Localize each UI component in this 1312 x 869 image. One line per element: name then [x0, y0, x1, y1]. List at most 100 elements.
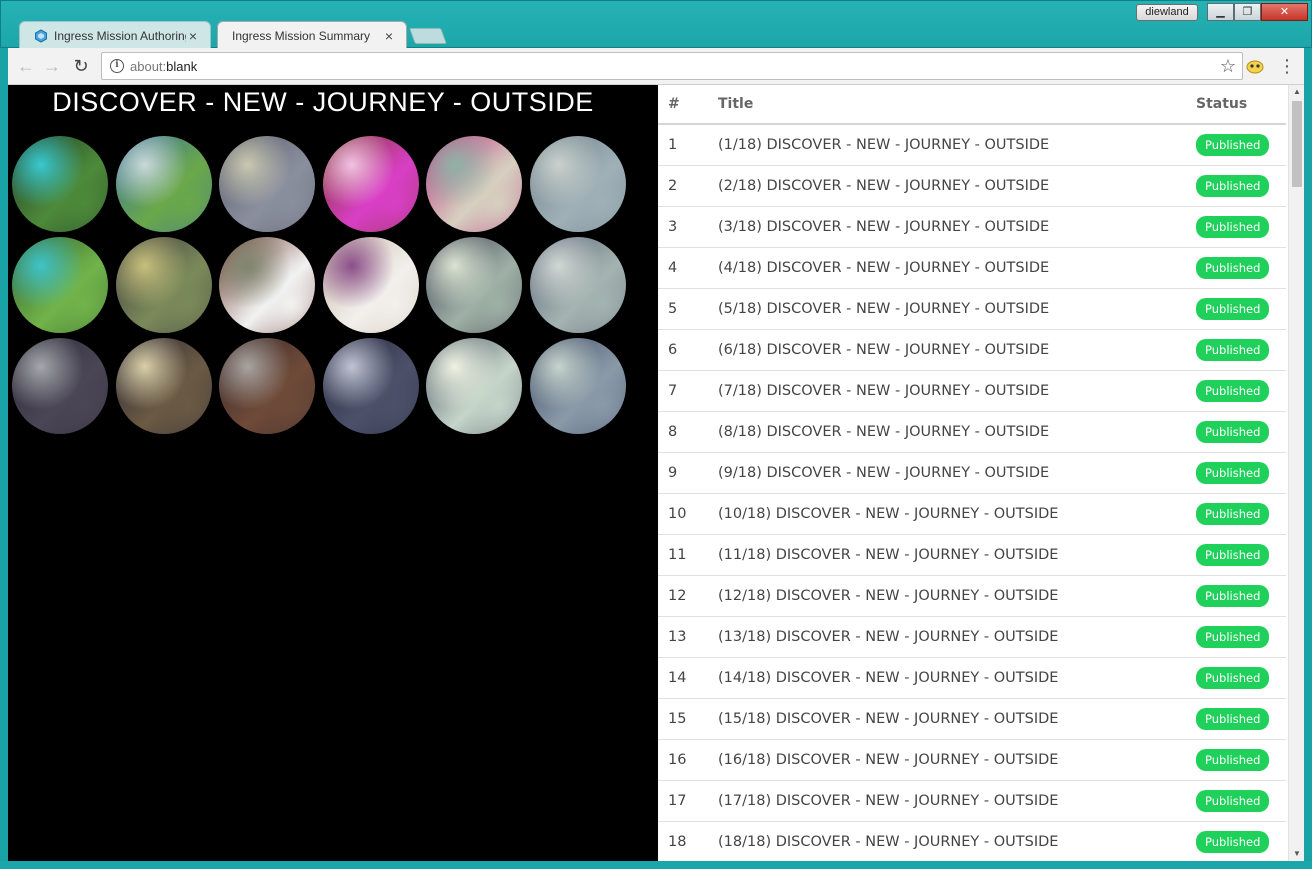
- status-badge: Published: [1196, 420, 1270, 443]
- window-titlebar: diewland ▁ ❐ ✕ Ingress Mission Authoring…: [0, 0, 1312, 49]
- row-title: (17/18) DISCOVER - NEW - JOURNEY - OUTSI…: [718, 780, 1196, 822]
- row-number: 12: [658, 575, 718, 617]
- portal-image[interactable]: [219, 338, 316, 434]
- browser-toolbar: ← → ↻ i about:blank ☆ ⋮: [8, 48, 1304, 85]
- portal-image[interactable]: [12, 338, 108, 434]
- table-row[interactable]: 17 (17/18) DISCOVER - NEW - JOURNEY - OUT…: [658, 780, 1286, 822]
- vertical-scrollbar[interactable]: ▲ ▼: [1288, 85, 1304, 861]
- tab-mission-authoring[interactable]: Ingress Mission Authoring ×: [19, 21, 211, 49]
- reload-button[interactable]: ↻: [71, 56, 91, 76]
- row-number: 15: [658, 698, 718, 740]
- status-badge: Published: [1196, 625, 1270, 648]
- table-row[interactable]: 8 (8/18) DISCOVER - NEW - JOURNEY - OUTSI…: [658, 411, 1286, 453]
- portal-image[interactable]: [426, 237, 523, 333]
- table-row[interactable]: 3 (3/18) DISCOVER - NEW - JOURNEY - OUTSI…: [658, 206, 1286, 248]
- row-title: (1/18) DISCOVER - NEW - JOURNEY - OUTSID…: [718, 124, 1196, 166]
- row-status: Published: [1196, 124, 1286, 166]
- mission-table-wrap: # Title Status 1 (1/18) DISCOVER - NEW - …: [658, 85, 1286, 861]
- tab-mission-summary[interactable]: Ingress Mission Summary ×: [217, 21, 407, 49]
- row-title: (11/18) DISCOVER - NEW - JOURNEY - OUTSI…: [718, 534, 1196, 576]
- portal-image[interactable]: [322, 237, 419, 333]
- table-row[interactable]: 1 (1/18) DISCOVER - NEW - JOURNEY - OUTSI…: [658, 124, 1286, 166]
- portal-image[interactable]: [426, 338, 523, 434]
- portal-image[interactable]: [115, 338, 212, 434]
- table-row[interactable]: 14 (14/18) DISCOVER - NEW - JOURNEY - OUT…: [658, 657, 1286, 699]
- address-bar[interactable]: i about:blank ☆: [101, 52, 1243, 80]
- row-status: Published: [1196, 247, 1286, 289]
- row-number: 1: [658, 124, 718, 166]
- portal-image[interactable]: [529, 237, 626, 333]
- portal-image[interactable]: [219, 237, 316, 333]
- table-row[interactable]: 18 (18/18) DISCOVER - NEW - JOURNEY - OUT…: [658, 821, 1286, 861]
- extension-icon[interactable]: [1245, 56, 1265, 76]
- table-row[interactable]: 12 (12/18) DISCOVER - NEW - JOURNEY - OUT…: [658, 575, 1286, 617]
- bookmark-star-icon[interactable]: ☆: [1220, 56, 1236, 77]
- status-badge: Published: [1196, 174, 1270, 197]
- table-row[interactable]: 5 (5/18) DISCOVER - NEW - JOURNEY - OUTSI…: [658, 288, 1286, 330]
- forward-button[interactable]: →: [42, 56, 62, 76]
- status-badge: Published: [1196, 543, 1270, 566]
- menu-icon[interactable]: ⋮: [1278, 54, 1296, 78]
- table-row[interactable]: 15 (15/18) DISCOVER - NEW - JOURNEY - OUT…: [658, 698, 1286, 740]
- row-number: 3: [658, 206, 718, 248]
- row-number: 17: [658, 780, 718, 822]
- row-number: 7: [658, 370, 718, 412]
- status-badge: Published: [1196, 379, 1270, 402]
- scroll-down-icon[interactable]: ▼: [1289, 847, 1304, 861]
- status-badge: Published: [1196, 789, 1270, 812]
- row-title: (12/18) DISCOVER - NEW - JOURNEY - OUTSI…: [718, 575, 1196, 617]
- status-badge: Published: [1196, 215, 1270, 238]
- url-scheme: about:: [130, 59, 167, 74]
- portal-image[interactable]: [115, 136, 212, 232]
- row-number: 10: [658, 493, 718, 535]
- scroll-up-icon[interactable]: ▲: [1289, 85, 1304, 99]
- portal-image[interactable]: [426, 136, 523, 232]
- row-number: 9: [658, 452, 718, 494]
- table-row[interactable]: 7 (7/18) DISCOVER - NEW - JOURNEY - OUTSI…: [658, 370, 1286, 412]
- status-badge: Published: [1196, 461, 1270, 484]
- tab-label: Ingress Mission Authoring: [54, 28, 186, 43]
- portal-image[interactable]: [529, 136, 626, 232]
- new-tab-button[interactable]: [409, 28, 447, 44]
- info-icon[interactable]: i: [110, 59, 124, 73]
- portal-image[interactable]: [322, 136, 419, 232]
- portal-image[interactable]: [529, 338, 626, 434]
- row-status: Published: [1196, 329, 1286, 371]
- table-row[interactable]: 13 (13/18) DISCOVER - NEW - JOURNEY - OUT…: [658, 616, 1286, 658]
- profile-badge[interactable]: diewland: [1136, 4, 1198, 21]
- table-row[interactable]: 11 (11/18) DISCOVER - NEW - JOURNEY - OUT…: [658, 534, 1286, 576]
- row-number: 2: [658, 165, 718, 207]
- row-number: 8: [658, 411, 718, 453]
- back-button[interactable]: ←: [16, 56, 36, 76]
- row-title: (2/18) DISCOVER - NEW - JOURNEY - OUTSID…: [718, 165, 1196, 207]
- minimize-button[interactable]: ▁: [1207, 3, 1234, 21]
- portal-image[interactable]: [12, 136, 108, 232]
- close-tab-icon[interactable]: ×: [382, 28, 396, 44]
- status-badge: Published: [1196, 666, 1270, 689]
- header-status: Status: [1196, 85, 1286, 125]
- scrollbar-thumb[interactable]: [1292, 101, 1302, 187]
- portal-image[interactable]: [115, 237, 212, 333]
- close-button[interactable]: ✕: [1261, 3, 1308, 21]
- close-tab-icon[interactable]: ×: [186, 28, 200, 44]
- table-row[interactable]: 4 (4/18) DISCOVER - NEW - JOURNEY - OUTSI…: [658, 247, 1286, 289]
- table-row[interactable]: 10 (10/18) DISCOVER - NEW - JOURNEY - OUT…: [658, 493, 1286, 535]
- table-row[interactable]: 6 (6/18) DISCOVER - NEW - JOURNEY - OUTSI…: [658, 329, 1286, 371]
- portal-image[interactable]: [322, 338, 419, 434]
- row-title: (16/18) DISCOVER - NEW - JOURNEY - OUTSI…: [718, 739, 1196, 781]
- status-badge: Published: [1196, 133, 1270, 156]
- table-row[interactable]: 2 (2/18) DISCOVER - NEW - JOURNEY - OUTSI…: [658, 165, 1286, 207]
- table-row[interactable]: 9 (9/18) DISCOVER - NEW - JOURNEY - OUTSI…: [658, 452, 1286, 494]
- row-status: Published: [1196, 452, 1286, 494]
- portal-image[interactable]: [219, 136, 316, 232]
- row-number: 5: [658, 288, 718, 330]
- row-title: (9/18) DISCOVER - NEW - JOURNEY - OUTSID…: [718, 452, 1196, 494]
- maximize-button[interactable]: ❐: [1234, 3, 1261, 21]
- row-title: (5/18) DISCOVER - NEW - JOURNEY - OUTSID…: [718, 288, 1196, 330]
- row-status: Published: [1196, 575, 1286, 617]
- status-badge: Published: [1196, 584, 1270, 607]
- table-row[interactable]: 16 (16/18) DISCOVER - NEW - JOURNEY - OUT…: [658, 739, 1286, 781]
- row-status: Published: [1196, 821, 1286, 861]
- row-number: 14: [658, 657, 718, 699]
- portal-image[interactable]: [12, 237, 108, 333]
